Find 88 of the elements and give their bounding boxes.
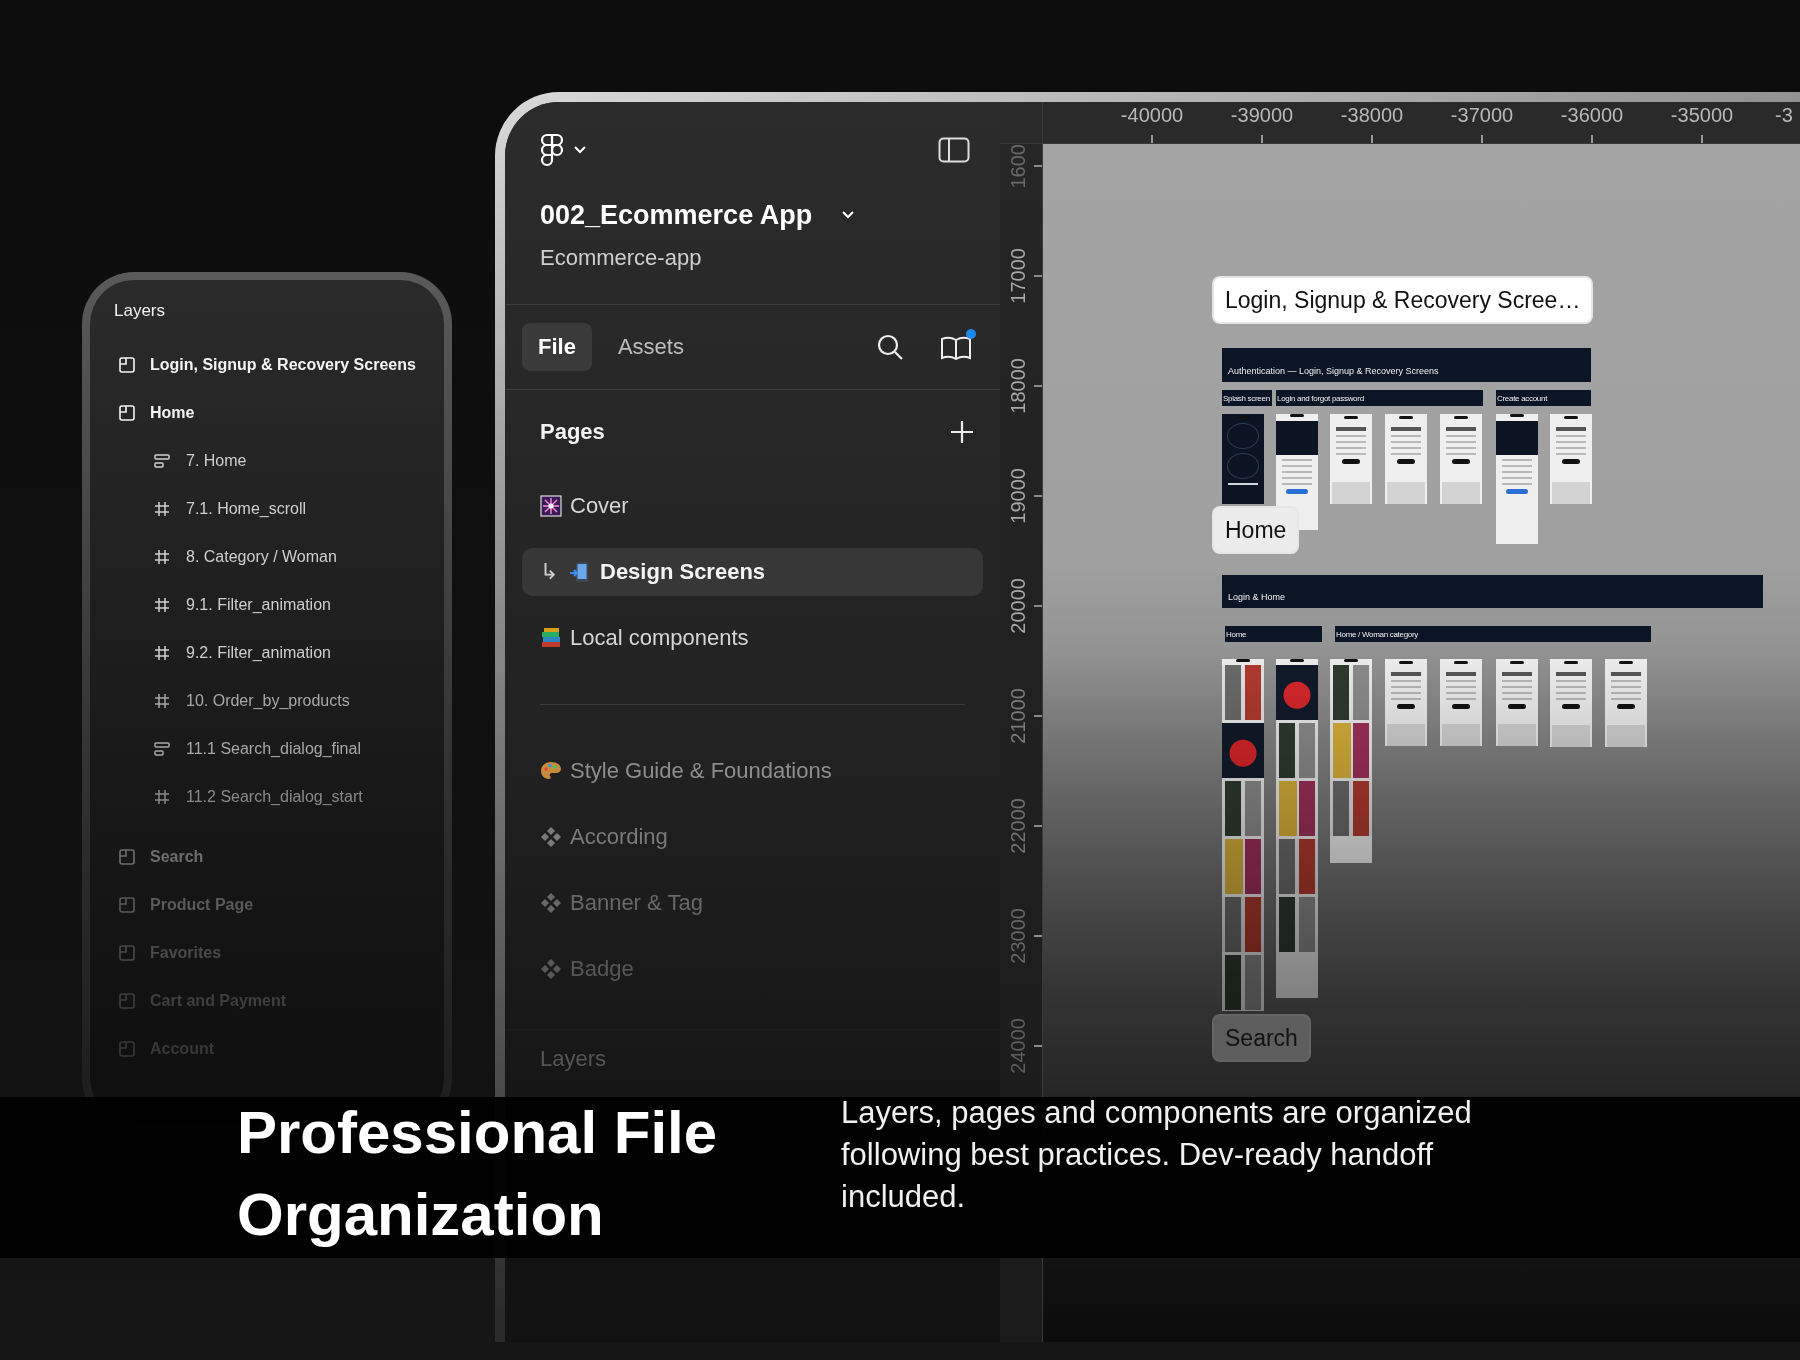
section-icon: [118, 404, 136, 422]
layer-item[interactable]: 7.1. Home_scroll: [90, 485, 444, 533]
four-diamonds-icon: [540, 826, 562, 848]
section-icon: [118, 1040, 136, 1058]
hash-icon: [153, 548, 171, 566]
hash-icon: [153, 596, 171, 614]
section-banner: Authentication — Login, Signup & Recovery Screens: [1222, 348, 1591, 382]
palette-icon: [540, 760, 562, 782]
add-page-button[interactable]: [949, 419, 975, 445]
page-item[interactable]: ↳ Design Screens: [522, 548, 983, 596]
file-name-button[interactable]: 002_Ecommerce App: [540, 199, 855, 231]
ruler-label: 21000: [1006, 688, 1030, 744]
description: Layers, pages and components are organized following best practices. Dev-ready handoff included.: [841, 1094, 1473, 1216]
logo-icon: [540, 133, 564, 167]
section-label[interactable]: Home: [1212, 506, 1300, 554]
section-banner: Login & Home: [1222, 575, 1763, 608]
ruler-label: 20000: [1006, 578, 1030, 634]
layer-item[interactable]: 11.1 Search_dialog_final: [90, 725, 444, 773]
ruler-label: -35000: [1670, 104, 1734, 126]
bars-icon: [153, 740, 171, 758]
ruler-label: 19000: [1006, 468, 1030, 524]
plus-icon: [949, 419, 975, 445]
layer-item[interactable]: Search: [90, 833, 444, 881]
tab[interactable]: Assets: [601, 323, 700, 371]
ruler-label: 17000: [1006, 248, 1030, 304]
group-header: Login and forgot password: [1276, 390, 1483, 406]
page-name: Banner & Tag: [570, 890, 703, 916]
ruler-label: 1600: [1006, 143, 1030, 189]
panel-toggle-button[interactable]: [938, 137, 970, 163]
ruler-label: -39000: [1230, 104, 1294, 126]
search-icon: [876, 333, 904, 361]
hash-icon: [153, 788, 171, 806]
ruler-label: -40000: [1120, 104, 1184, 126]
section-title: Layers: [539, 1045, 608, 1072]
bars-icon: [153, 452, 171, 470]
page-name: Design Screens: [600, 559, 766, 585]
page-name: Style Guide & Foundations: [570, 758, 832, 784]
page-item[interactable]: Local components: [522, 614, 983, 662]
hash-icon: [153, 692, 171, 710]
section-icon: [118, 992, 136, 1010]
hash-icon: [153, 644, 171, 662]
section-icon: [118, 356, 136, 374]
ruler-label: 24000: [1006, 1018, 1030, 1074]
layer-item[interactable]: 9.2. Filter_animation: [90, 629, 444, 677]
page-name: Local components: [570, 625, 749, 651]
group-header: Create account: [1496, 390, 1591, 406]
four-diamonds-icon: [540, 958, 562, 980]
ruler-label: -36000: [1560, 104, 1624, 126]
panel-title: Layers: [113, 301, 167, 321]
ruler-label: -37000: [1450, 104, 1514, 126]
layer-item[interactable]: 8. Category / Woman: [90, 533, 444, 581]
ruler-label: 23000: [1006, 908, 1030, 964]
arrow-glyph: ↳: [540, 559, 558, 585]
hash-icon: [153, 500, 171, 518]
page-item[interactable]: According: [522, 813, 983, 861]
image-icon: [540, 495, 562, 517]
group-header: Home: [1225, 626, 1322, 642]
page-item[interactable]: Cover: [522, 482, 983, 530]
page-item[interactable]: Style Guide & Foundations: [522, 747, 983, 795]
ruler-label: -3: [1775, 104, 1793, 126]
layer-item[interactable]: 10. Order_by_products: [90, 677, 444, 725]
books-icon: [540, 627, 562, 649]
section-label[interactable]: Login, Signup & Recovery Scree…: [1212, 276, 1594, 324]
layer-item[interactable]: 11.2 Search_dialog_start: [90, 773, 444, 821]
ruler-label: 18000: [1006, 358, 1030, 414]
layer-item[interactable]: 9.1. Filter_animation: [90, 581, 444, 629]
chevron-down-icon: [574, 146, 586, 154]
sidebar-icon: [938, 137, 970, 163]
page-name: Cover: [570, 493, 629, 519]
layer-item[interactable]: Login, Signup & Recovery Screens: [90, 341, 444, 389]
chevron-down-icon: [842, 211, 855, 219]
group-header: Splash screen: [1222, 390, 1272, 406]
page-name: According: [570, 824, 668, 850]
headline: Professional File Organization: [237, 1098, 719, 1250]
project-name: Ecommerce-app: [540, 244, 703, 272]
section-icon: [118, 848, 136, 866]
ruler-label: 22000: [1006, 798, 1030, 854]
section-icon: [118, 944, 136, 962]
layer-item[interactable]: Home: [90, 389, 444, 437]
group-header: Home / Woman category: [1335, 626, 1651, 642]
page-name: Badge: [570, 956, 634, 982]
ruler-label: -38000: [1340, 104, 1404, 126]
logo-menu-button[interactable]: [540, 133, 586, 167]
layer-item[interactable]: 7. Home: [90, 437, 444, 485]
tab[interactable]: File: [522, 323, 592, 371]
section-title: Pages: [540, 419, 605, 445]
four-diamonds-icon: [540, 892, 562, 914]
section-icon: [118, 896, 136, 914]
